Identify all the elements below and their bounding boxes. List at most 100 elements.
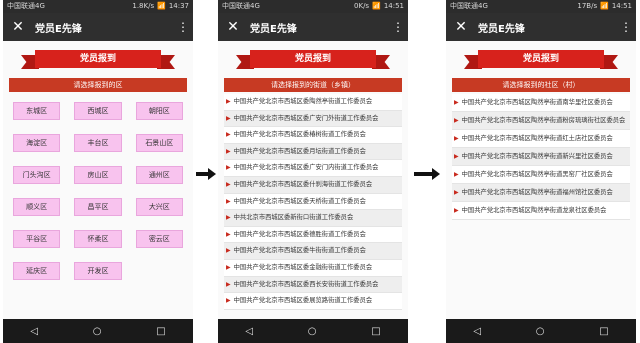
bullet-triangle-icon: ▶ [226, 297, 231, 305]
list-item-label: 中国共产党北京市西城区陶然亭街道红土店社区委员会 [461, 135, 613, 142]
back-icon[interactable]: ◁ [473, 326, 481, 337]
district-button[interactable]: 开发区 [74, 262, 122, 280]
district-button[interactable]: 通州区 [135, 166, 183, 184]
district-grid: 东城区 西城区 朝阳区 海淀区 丰台区 石景山区 门头沟区 房山区 通州区 顺义… [3, 92, 193, 280]
list-item-label: 中国共产党北京市西城区陶然亭街道福州馆社区委员会 [461, 189, 613, 196]
bullet-triangle-icon: ▶ [454, 189, 459, 196]
list-item[interactable]: ▶ 中国共产党北京市西城区委金融街街道工作委员会 [224, 259, 402, 277]
banner: 党员报到 [446, 46, 636, 76]
district-button[interactable]: 房山区 [74, 166, 122, 184]
home-icon[interactable]: ○ [536, 326, 545, 337]
list-item-label: 中国共产党北京市西城区委牛街街道工作委员会 [233, 247, 366, 255]
signal-icon: 📶 [157, 2, 166, 10]
list-item[interactable]: ▶ 中国共产党北京市西城区陶然亭街道福州馆社区委员会 [452, 184, 630, 202]
bullet-triangle-icon: ▶ [226, 247, 231, 255]
close-icon[interactable]: ✕ [9, 19, 27, 35]
list-item[interactable]: ▶ 中国共产党北京市西城区委展览路街道工作委员会 [224, 293, 402, 310]
network-speed: 1.8K/s [132, 2, 155, 10]
bullet-triangle-icon: ▶ [226, 114, 231, 122]
district-button[interactable]: 朝阳区 [135, 102, 183, 120]
list-item[interactable]: ▶ 中国共产党北京市西城区委什刹海街道工作委员会 [224, 176, 402, 194]
list-item-label: 中国共产党北京市西城区委月坛街道工作委员会 [233, 147, 366, 155]
back-icon[interactable]: ◁ [245, 326, 253, 337]
title-bar: ✕ 党员E先锋 ⋮ [3, 13, 193, 41]
bullet-triangle-icon: ▶ [226, 98, 231, 105]
list-item[interactable]: ▶ 中国共产党北京市西城区委陶然亭街道工作委员会 [224, 94, 402, 111]
district-button[interactable]: 海淀区 [13, 134, 61, 152]
list-item[interactable]: ▶ 中国共产党北京市西城区陶然亭街道龙泉社区委员会 [452, 202, 630, 220]
more-menu-icon[interactable]: ⋮ [177, 20, 189, 34]
list-item[interactable]: ▶ 中国共产党北京市西城区委广安门外街道工作委员会 [224, 110, 402, 128]
close-icon[interactable]: ✕ [224, 19, 242, 35]
list-item[interactable]: ▶ 中国共产党北京市西城区委广安门内街道工作委员会 [224, 160, 402, 177]
page-content: 党员报到 请选择报到的区 东城区 西城区 朝阳区 海淀区 丰台区 石景山区 门头… [3, 41, 193, 319]
district-button[interactable]: 延庆区 [13, 262, 61, 280]
section-heading: 请选择报到的街道（乡镇） [224, 78, 402, 92]
list-item-label: 中国共产党北京市西城区委德胜街道工作委员会 [233, 230, 366, 238]
list-item[interactable]: ▶ 中国共产党北京市西城区陶然亭街道红土店社区委员会 [452, 130, 630, 148]
list-item[interactable]: ▶ 中国共产党北京市西城区委月坛街道工作委员会 [224, 143, 402, 161]
district-button[interactable]: 昌平区 [74, 198, 122, 216]
bullet-triangle-icon: ▶ [454, 207, 459, 214]
list-item[interactable]: ▶ 中国共产党北京市西城区陶然亭街道黑窑厂社区委员会 [452, 166, 630, 184]
back-icon[interactable]: ◁ [30, 326, 38, 337]
recent-apps-icon[interactable]: □ [156, 326, 165, 337]
more-menu-icon[interactable]: ⋮ [392, 20, 404, 34]
list-item[interactable]: ▶ 中国共产党北京市西城区陶然亭街道粉房琉璃街社区委员会 [452, 112, 630, 130]
close-icon[interactable]: ✕ [452, 19, 470, 35]
title-bar: ✕ 党员E先锋 ⋮ [218, 13, 408, 41]
district-button[interactable]: 门头沟区 [13, 166, 61, 184]
clock: 14:51 [611, 2, 632, 10]
more-menu-icon[interactable]: ⋮ [620, 20, 632, 34]
list-item[interactable]: ▶ 中国共产党北京市西城区陶然亭街道南华里社区委员会 [452, 94, 630, 112]
recent-apps-icon[interactable]: □ [371, 326, 380, 337]
page-content: 党员报到 请选择报到的街道（乡镇） ▶ 中国共产党北京市西城区委陶然亭街道工作委员… [218, 41, 408, 319]
android-nav-bar: ◁ ○ □ [3, 319, 193, 343]
list-item[interactable]: ▶ 中国共产党北京市西城区委牛街街道工作委员会 [224, 243, 402, 260]
bullet-triangle-icon: ▶ [226, 147, 231, 155]
district-button[interactable]: 大兴区 [135, 198, 183, 216]
bullet-triangle-icon: ▶ [226, 263, 231, 271]
bullet-triangle-icon: ▶ [454, 171, 459, 178]
home-icon[interactable]: ○ [308, 326, 317, 337]
page-content: 党员报到 请选择报到的社区（村） ▶ 中国共产党北京市西城区陶然亭街道南华里社区委… [446, 41, 636, 319]
carrier-label: 中国联通4G [222, 2, 260, 10]
bullet-triangle-icon: ▶ [454, 117, 459, 124]
list-item[interactable]: ▶ 中国共产党北京市西城区陶然亭街道新兴里社区委员会 [452, 148, 630, 166]
list-item[interactable]: ▶ 中国共产党北京市西城区委西长安街街道工作委员会 [224, 276, 402, 294]
list-item-label: 中国共产党北京市西城区陶然亭街道南华里社区委员会 [461, 99, 613, 106]
app-title: 党员E先锋 [35, 23, 82, 35]
list-item-label: 中国共产党北京市西城区陶然亭街道新兴里社区委员会 [461, 153, 613, 160]
flow-arrow-icon [196, 168, 216, 180]
flow-arrow-icon [414, 168, 440, 180]
clock: 14:51 [383, 2, 404, 10]
district-button[interactable]: 顺义区 [13, 198, 61, 216]
bullet-triangle-icon: ▶ [454, 135, 459, 142]
district-button[interactable]: 平谷区 [13, 230, 61, 248]
list-item[interactable]: ▶ 中国共产党北京市西城区委椿树街道工作委员会 [224, 127, 402, 144]
list-item[interactable]: ▶ 中国共产党北京市西城区委天桥街道工作委员会 [224, 193, 402, 211]
district-button[interactable]: 石景山区 [135, 134, 183, 152]
list-item-label: 中国共产党北京市西城区委陶然亭街道工作委员会 [233, 98, 373, 105]
list-item-label: 中国共产党北京市西城区陶然亭街道黑窑厂社区委员会 [461, 171, 613, 178]
district-button[interactable]: 怀柔区 [74, 230, 122, 248]
list-item-label: 中国共产党北京市西城区委椿树街道工作委员会 [233, 131, 366, 139]
bullet-triangle-icon: ▶ [226, 131, 231, 139]
district-button[interactable]: 东城区 [13, 102, 61, 120]
section-heading: 请选择报到的区 [9, 78, 187, 92]
phone-screen-street: 中国联通4G 0K/s 📶 14:51 ✕ 党员E先锋 ⋮ 党员报到 请选择报到… [218, 0, 408, 343]
bullet-triangle-icon: ▶ [454, 153, 459, 160]
list-item[interactable]: ▶ 中共北京市西城区委新街口街道工作委员会 [224, 210, 402, 227]
list-item-label: 中国共产党北京市西城区委展览路街道工作委员会 [233, 297, 373, 305]
district-button[interactable]: 西城区 [74, 102, 122, 120]
list-item-label: 中国共产党北京市西城区委什刹海街道工作委员会 [233, 180, 373, 188]
district-button[interactable]: 丰台区 [74, 134, 122, 152]
home-icon[interactable]: ○ [93, 326, 102, 337]
banner: 党员报到 [3, 46, 193, 76]
signal-icon: 📶 [600, 2, 609, 10]
android-nav-bar: ◁ ○ □ [446, 319, 636, 343]
android-nav-bar: ◁ ○ □ [218, 319, 408, 343]
district-button[interactable]: 密云区 [135, 230, 183, 248]
list-item[interactable]: ▶ 中国共产党北京市西城区委德胜街道工作委员会 [224, 226, 402, 244]
recent-apps-icon[interactable]: □ [599, 326, 608, 337]
